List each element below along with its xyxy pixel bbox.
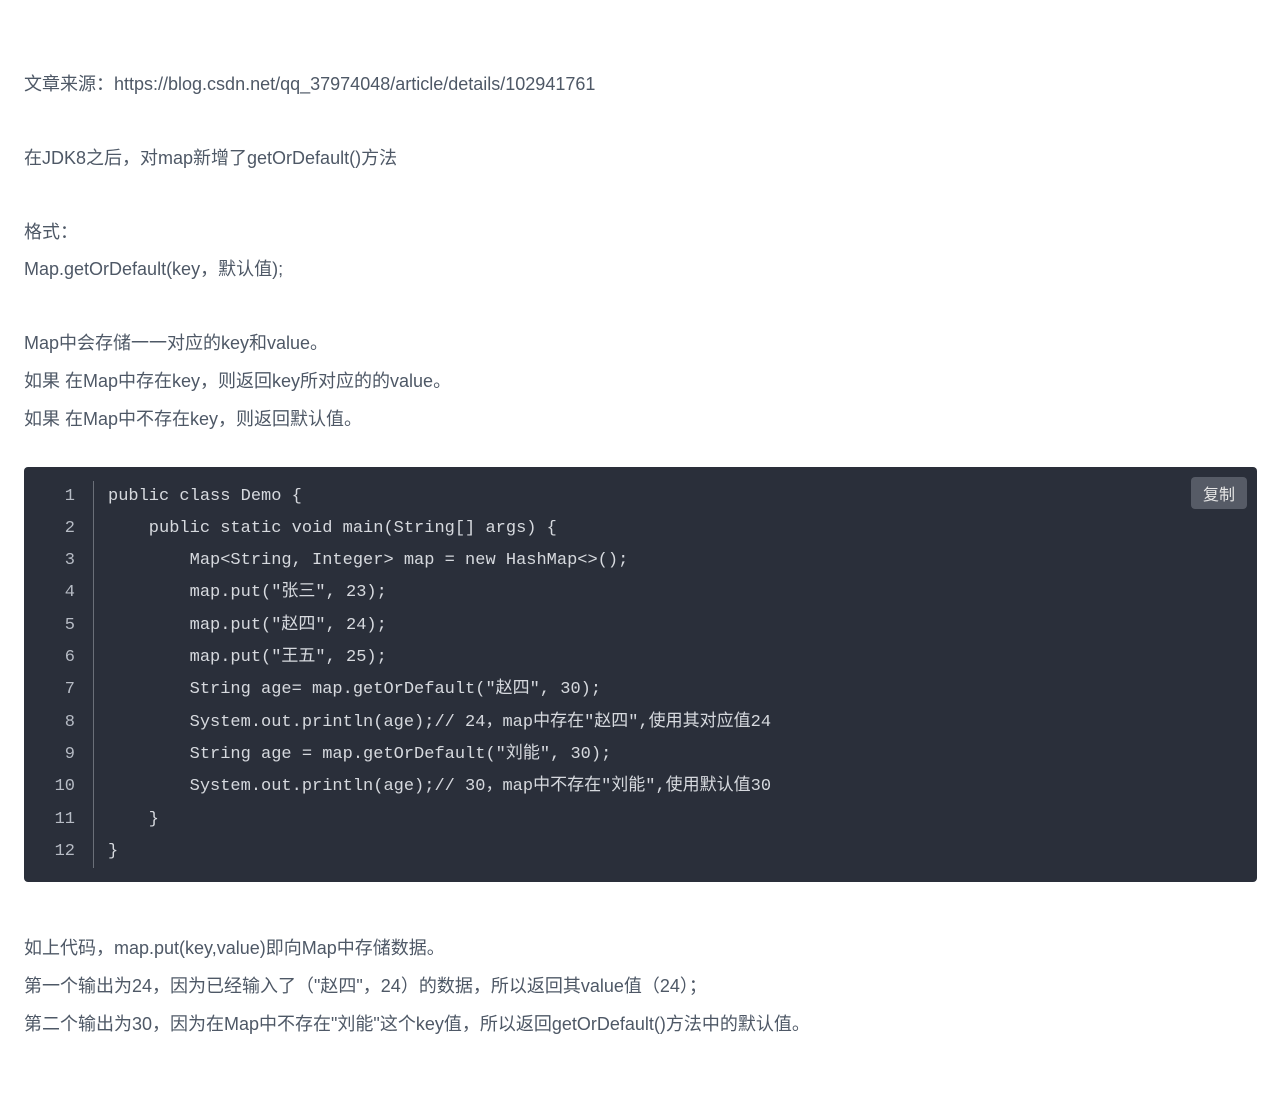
line-number: 6: [24, 642, 94, 674]
code-line: map.put("王五", 25);: [94, 642, 387, 674]
line-number: 3: [24, 545, 94, 577]
explanation-paragraph: 如上代码，map.put(key,value)即向Map中存储数据。 第一个输出…: [24, 930, 1257, 1043]
code-line: public class Demo {: [94, 481, 302, 513]
format-line: Map.getOrDefault(key，默认值);: [24, 251, 1257, 289]
line-number: 7: [24, 674, 94, 706]
code-row: 3 Map<String, Integer> map = new HashMap…: [24, 545, 1257, 577]
code-line: Map<String, Integer> map = new HashMap<>…: [94, 545, 628, 577]
desc-line-2: 如果 在Map中存在key，则返回key所对应的的value。: [24, 363, 1257, 401]
code-line: }: [94, 836, 118, 868]
code-line: System.out.println(age);// 30，map中不存在"刘能…: [94, 771, 771, 803]
line-number: 9: [24, 739, 94, 771]
code-line: String age= map.getOrDefault("赵四", 30);: [94, 674, 601, 706]
code-row: 2 public static void main(String[] args)…: [24, 513, 1257, 545]
after-line-2: 第一个输出为24，因为已经输入了（"赵四"，24）的数据，所以返回其value值…: [24, 968, 1257, 1006]
code-row: 10 System.out.println(age);// 30，map中不存在…: [24, 771, 1257, 803]
code-row: 9 String age = map.getOrDefault("刘能", 30…: [24, 739, 1257, 771]
desc-line-1: Map中会存储一一对应的key和value。: [24, 325, 1257, 363]
after-line-3: 第二个输出为30，因为在Map中不存在"刘能"这个key值，所以返回getOrD…: [24, 1006, 1257, 1044]
code-row: 8 System.out.println(age);// 24，map中存在"赵…: [24, 707, 1257, 739]
code-row: 7 String age= map.getOrDefault("赵四", 30)…: [24, 674, 1257, 706]
line-number: 8: [24, 707, 94, 739]
source-text: 文章来源：https://blog.csdn.net/qq_37974048/a…: [24, 66, 1257, 104]
code-row: 12}: [24, 836, 1257, 868]
after-line-1: 如上代码，map.put(key,value)即向Map中存储数据。: [24, 930, 1257, 968]
line-number: 5: [24, 610, 94, 642]
code-line: public static void main(String[] args) {: [94, 513, 557, 545]
format-label: 格式：: [24, 214, 1257, 252]
desc-line-3: 如果 在Map中不存在key，则返回默认值。: [24, 401, 1257, 439]
intro-paragraph: 在JDK8之后，对map新增了getOrDefault()方法: [24, 140, 1257, 178]
code-line: }: [94, 804, 159, 836]
description-paragraph: Map中会存储一一对应的key和value。 如果 在Map中存在key，则返回…: [24, 325, 1257, 438]
line-number: 12: [24, 836, 94, 868]
code-block: 复制 1public class Demo {2 public static v…: [24, 467, 1257, 883]
code-row: 11 }: [24, 804, 1257, 836]
code-row: 5 map.put("赵四", 24);: [24, 610, 1257, 642]
code-row: 4 map.put("张三", 23);: [24, 577, 1257, 609]
line-number: 4: [24, 577, 94, 609]
source-paragraph: 文章来源：https://blog.csdn.net/qq_37974048/a…: [24, 66, 1257, 104]
line-number: 2: [24, 513, 94, 545]
code-line: map.put("张三", 23);: [94, 577, 387, 609]
line-number: 11: [24, 804, 94, 836]
code-row: 1public class Demo {: [24, 481, 1257, 513]
intro-text: 在JDK8之后，对map新增了getOrDefault()方法: [24, 140, 1257, 178]
line-number: 1: [24, 481, 94, 513]
code-line: System.out.println(age);// 24，map中存在"赵四"…: [94, 707, 771, 739]
code-line: String age = map.getOrDefault("刘能", 30);: [94, 739, 611, 771]
line-number: 10: [24, 771, 94, 803]
format-paragraph: 格式： Map.getOrDefault(key，默认值);: [24, 214, 1257, 290]
article-body: 文章来源：https://blog.csdn.net/qq_37974048/a…: [24, 66, 1257, 1044]
copy-button[interactable]: 复制: [1191, 477, 1247, 509]
code-line: map.put("赵四", 24);: [94, 610, 387, 642]
code-lines-container: 1public class Demo {2 public static void…: [24, 481, 1257, 869]
code-row: 6 map.put("王五", 25);: [24, 642, 1257, 674]
